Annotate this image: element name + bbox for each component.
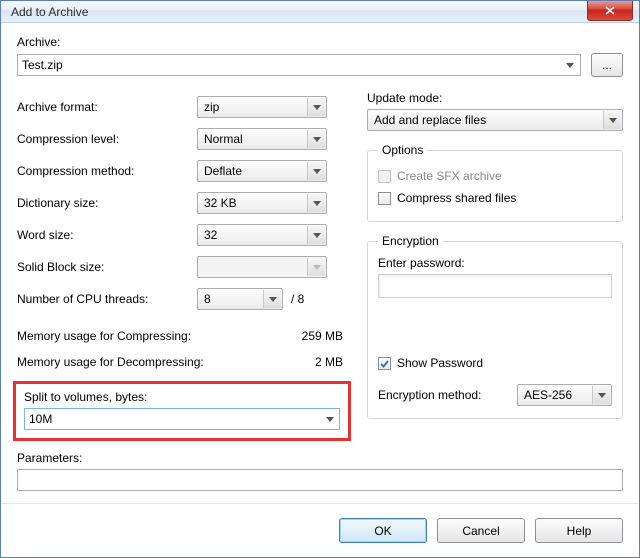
options-legend: Options [378, 143, 427, 157]
split-volumes-highlight: Split to volumes, bytes: 10M [13, 381, 351, 441]
word-size-label: Word size: [17, 228, 197, 242]
parameters-input[interactable] [17, 469, 623, 491]
columns: Archive format: zip Compression level: N… [17, 91, 623, 441]
right-column: Update mode: Add and replace files Optio… [367, 91, 623, 441]
cancel-button-label: Cancel [462, 524, 499, 538]
encryption-method-label: Encryption method: [378, 388, 511, 402]
solid-block-select [197, 256, 327, 278]
window-title: Add to Archive [11, 5, 88, 19]
update-mode-select[interactable]: Add and replace files [367, 109, 623, 131]
compression-level-select[interactable]: Normal [197, 128, 327, 150]
dictionary-size-select[interactable]: 32 KB [197, 192, 327, 214]
encryption-group: Encryption Enter password: Show Password… [367, 234, 623, 419]
archive-format-label: Archive format: [17, 100, 197, 114]
chevron-down-icon [321, 410, 338, 428]
browse-button-label: ... [602, 58, 612, 72]
close-button[interactable] [587, 1, 633, 21]
close-icon [605, 6, 615, 15]
chevron-down-icon [307, 130, 325, 148]
chevron-down-icon [307, 258, 325, 276]
show-password-label: Show Password [397, 356, 483, 370]
split-volumes-combo[interactable]: 10M [24, 408, 340, 430]
titlebar: Add to Archive [1, 1, 639, 23]
ok-button-label: OK [374, 524, 391, 538]
button-bar: OK Cancel Help [1, 503, 639, 557]
create-sfx-checkbox [378, 170, 391, 183]
split-volumes-label: Split to volumes, bytes: [24, 390, 340, 404]
password-input[interactable] [378, 274, 612, 298]
parameters-label: Parameters: [17, 451, 623, 465]
archive-path-value: Test.zip [22, 58, 576, 72]
help-button[interactable]: Help [535, 518, 623, 543]
mem-compress-label: Memory usage for Compressing: [17, 329, 263, 343]
client-area: Archive: Test.zip ... Archive format: zi… [1, 23, 639, 503]
chevron-down-icon [603, 111, 621, 129]
word-size-select[interactable]: 32 [197, 224, 327, 246]
compression-level-value: Normal [204, 132, 243, 146]
chevron-down-icon [307, 194, 325, 212]
chevron-down-icon [307, 98, 325, 116]
solid-block-label: Solid Block size: [17, 260, 197, 274]
cpu-threads-select[interactable]: 8 [197, 288, 283, 310]
compress-shared-checkbox[interactable] [378, 192, 391, 205]
options-group: Options Create SFX archive Compress shar… [367, 143, 623, 222]
word-size-value: 32 [204, 228, 217, 242]
ok-button[interactable]: OK [339, 518, 427, 543]
dictionary-size-value: 32 KB [204, 196, 237, 210]
chevron-down-icon [307, 162, 325, 180]
archive-format-value: zip [204, 100, 219, 114]
cpu-threads-label: Number of CPU threads: [17, 292, 197, 306]
help-button-label: Help [567, 524, 592, 538]
enter-password-label: Enter password: [378, 256, 465, 270]
chevron-down-icon [307, 226, 325, 244]
archive-format-select[interactable]: zip [197, 96, 327, 118]
mem-decompress-value: 2 MB [263, 355, 347, 369]
parameters-section: Parameters: [17, 451, 623, 491]
browse-button[interactable]: ... [591, 53, 623, 77]
archive-path-combo[interactable]: Test.zip [17, 54, 581, 76]
show-password-checkbox[interactable] [378, 357, 391, 370]
encryption-legend: Encryption [378, 234, 443, 248]
compression-level-label: Compression level: [17, 132, 197, 146]
cancel-button[interactable]: Cancel [437, 518, 525, 543]
chevron-down-icon [263, 290, 281, 308]
compress-shared-label: Compress shared files [397, 191, 516, 205]
create-sfx-label: Create SFX archive [397, 169, 502, 183]
dictionary-size-label: Dictionary size: [17, 196, 197, 210]
compression-method-select[interactable]: Deflate [197, 160, 327, 182]
update-mode-label: Update mode: [367, 91, 623, 105]
encryption-method-select[interactable]: AES-256 [517, 384, 612, 406]
update-mode-value: Add and replace files [374, 113, 486, 127]
mem-decompress-label: Memory usage for Decompressing: [17, 355, 263, 369]
split-volumes-value: 10M [29, 412, 52, 426]
chevron-down-icon [561, 57, 578, 73]
compression-method-label: Compression method: [17, 164, 197, 178]
compression-method-value: Deflate [204, 164, 242, 178]
left-column: Archive format: zip Compression level: N… [17, 91, 347, 441]
cpu-threads-of: / 8 [291, 292, 304, 306]
archive-label: Archive: [17, 35, 623, 49]
chevron-down-icon [592, 386, 610, 404]
encryption-method-value: AES-256 [524, 388, 572, 402]
cpu-threads-value: 8 [204, 292, 211, 306]
mem-compress-value: 259 MB [263, 329, 347, 343]
archive-row: Test.zip ... [17, 53, 623, 77]
add-to-archive-dialog: Add to Archive Archive: Test.zip ... Arc… [0, 0, 640, 558]
